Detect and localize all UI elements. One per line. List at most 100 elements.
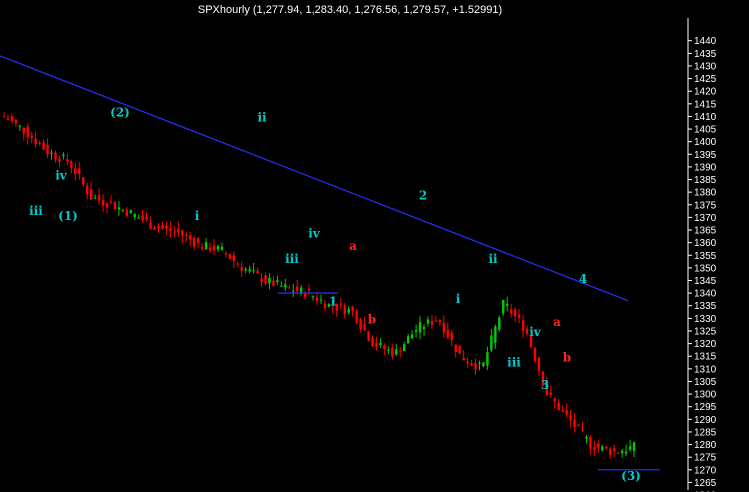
- candle-body: [208, 247, 212, 251]
- candle-body: [371, 337, 374, 347]
- candle-body: [426, 319, 430, 324]
- y-tick-label: 1390: [694, 162, 717, 173]
- y-tick-label: 1425: [694, 74, 717, 85]
- y-tick-label: 1330: [694, 314, 717, 325]
- chart-background: [0, 0, 749, 492]
- candle-body: [565, 409, 568, 415]
- candle-body: [157, 225, 160, 229]
- candle-body: [593, 447, 596, 450]
- wave-label: (1): [58, 209, 78, 223]
- wave-label: (3): [621, 469, 641, 483]
- candle-body: [113, 201, 117, 210]
- candle-body: [173, 231, 176, 233]
- wave-label: iv: [529, 325, 542, 339]
- candle-body: [502, 299, 505, 314]
- candle-body: [557, 402, 560, 411]
- candle-body: [192, 238, 196, 247]
- wave-label: a: [553, 315, 561, 329]
- candle-body: [494, 326, 497, 343]
- candle-body: [375, 343, 378, 347]
- candle-body: [597, 443, 600, 448]
- y-tick-label: 1435: [694, 49, 717, 60]
- candle-body: [458, 345, 461, 354]
- y-tick-label: 1375: [694, 200, 717, 211]
- candle-body: [101, 200, 105, 206]
- candle-body: [141, 215, 144, 221]
- candle-body: [85, 185, 89, 195]
- candle-body: [70, 161, 73, 168]
- candle-body: [498, 317, 501, 330]
- y-tick-label: 1405: [694, 125, 717, 136]
- candle-body: [10, 116, 14, 122]
- candle-body: [109, 201, 113, 203]
- candle-body: [244, 269, 247, 271]
- candle-body: [395, 349, 398, 355]
- candle-body: [260, 278, 263, 283]
- candle-body: [585, 436, 588, 439]
- candle-body: [616, 452, 620, 454]
- candle-body: [387, 349, 390, 351]
- candle-body: [280, 285, 283, 287]
- candle-body: [311, 296, 315, 298]
- wave-label: iii: [507, 355, 521, 369]
- candle-body: [434, 320, 438, 322]
- candle-body: [513, 309, 517, 316]
- candle: [113, 201, 117, 210]
- candle-body: [74, 168, 77, 175]
- candle-body: [276, 280, 279, 282]
- candle-body: [561, 410, 564, 412]
- candle-body: [319, 299, 323, 301]
- candle-body: [339, 303, 342, 305]
- y-tick-label: 1370: [694, 213, 717, 224]
- candle-body: [517, 314, 521, 318]
- y-tick-label: 1350: [694, 263, 717, 274]
- candle-body: [446, 329, 449, 338]
- candle-body: [137, 217, 140, 219]
- y-tick-label: 1300: [694, 390, 717, 401]
- candle-body: [97, 194, 101, 201]
- candle-body: [14, 119, 18, 124]
- chart: SPXhourly (1,277.94, 1,283.40, 1,276.56,…: [0, 0, 749, 492]
- candle-body: [486, 352, 489, 366]
- candle-body: [418, 322, 422, 333]
- candle-body: [482, 362, 485, 367]
- y-tick-label: 1415: [694, 99, 717, 110]
- candle-body: [632, 442, 636, 451]
- candle-body: [414, 329, 418, 332]
- candle-body: [117, 207, 121, 210]
- y-tick-label: 1385: [694, 175, 717, 186]
- candle-body: [264, 275, 267, 284]
- wave-label: b: [563, 350, 571, 364]
- candle-body: [196, 238, 200, 243]
- y-tick-label: 1340: [694, 289, 717, 300]
- y-tick-label: 1320: [694, 339, 717, 350]
- candle-body: [54, 152, 57, 160]
- candle-body: [22, 127, 25, 134]
- candle: [228, 253, 232, 260]
- y-tick-label: 1395: [694, 150, 717, 161]
- candle-body: [268, 277, 271, 284]
- wave-label: 4: [579, 272, 587, 286]
- candle-body: [169, 228, 172, 232]
- candle-body: [185, 234, 188, 236]
- candle-body: [161, 224, 164, 229]
- candle-body: [509, 309, 513, 314]
- candle-body: [296, 286, 299, 292]
- candle-body: [347, 308, 350, 313]
- candle-body: [121, 209, 125, 211]
- candle-body: [125, 209, 129, 216]
- wave-label: ii: [257, 110, 267, 124]
- candle-body: [474, 362, 477, 370]
- y-tick-label: 1410: [694, 112, 717, 123]
- candle-body: [34, 138, 37, 145]
- wave-label: (2): [110, 105, 130, 119]
- candle-body: [454, 344, 457, 353]
- candle-body: [181, 230, 184, 236]
- wave-label: a: [349, 239, 357, 253]
- y-tick-label: 1360: [694, 238, 717, 249]
- y-tick-label: 1380: [694, 188, 717, 199]
- candle-body: [359, 319, 362, 329]
- candle-body: [93, 197, 97, 199]
- candle-body: [105, 203, 109, 208]
- candle-body: [506, 304, 509, 306]
